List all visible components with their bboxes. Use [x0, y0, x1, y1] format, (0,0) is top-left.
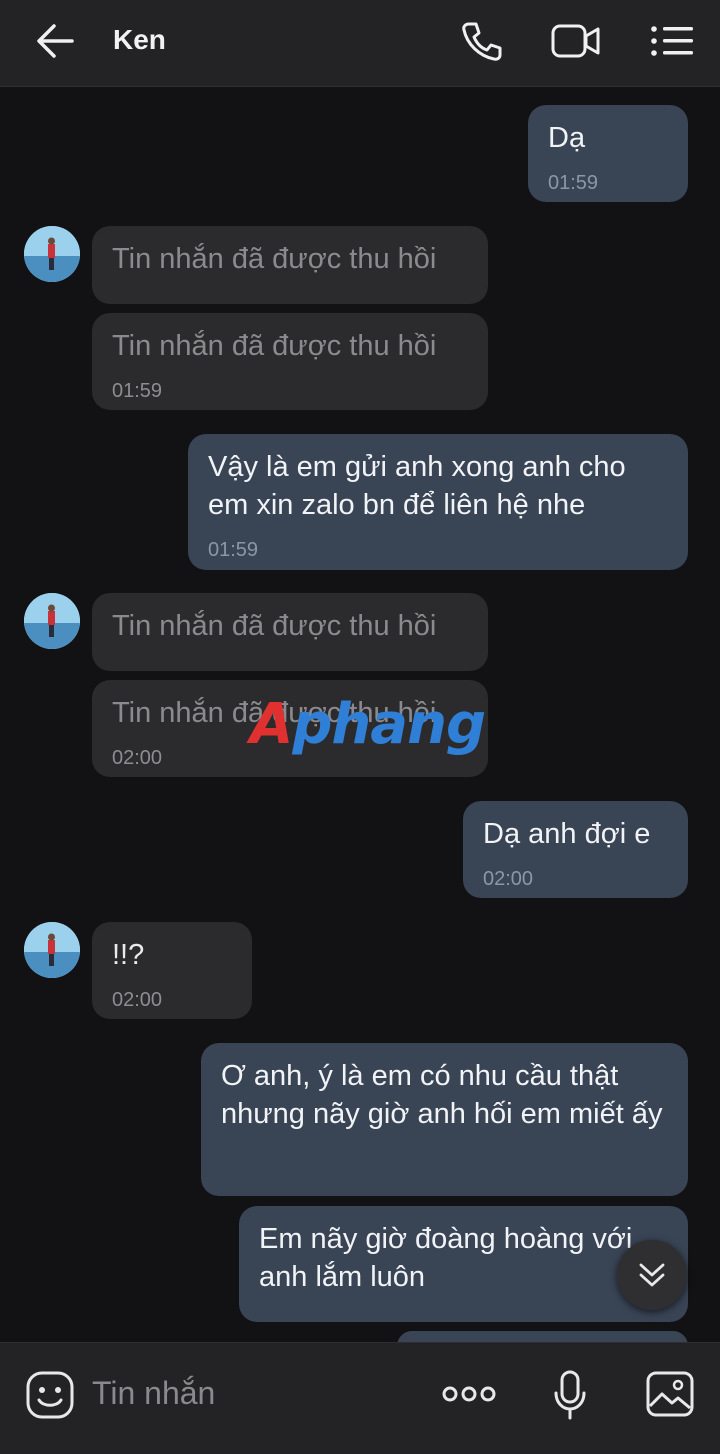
message-text: Dạ anh đợi e: [483, 818, 651, 850]
video-camera-icon: [551, 24, 600, 58]
message-text: Ơ anh, ý là em có nhu cầu thật nhưng nãy…: [221, 1060, 663, 1130]
phone-icon: [462, 22, 502, 61]
more-dots-icon: [442, 1386, 496, 1402]
message-bubble[interactable]: Tin nhắn đã được thu hồi 01:59: [92, 313, 488, 410]
contact-name[interactable]: Ken: [113, 24, 166, 56]
image-button[interactable]: [644, 1369, 696, 1419]
emoji-icon: [26, 1371, 74, 1419]
avatar[interactable]: [24, 226, 80, 282]
arrow-left-icon: [37, 24, 74, 58]
message-bubble[interactable]: Vậy là em gửi anh xong anh cho em xin za…: [188, 434, 688, 570]
message-text: Vậy là em gửi anh xong anh cho em xin za…: [208, 451, 626, 521]
avatar[interactable]: [24, 922, 80, 978]
message-bubble[interactable]: Tin nhắn đã được thu hồi: [92, 593, 488, 671]
composer-bar: Tin nhắn: [0, 1342, 720, 1454]
message-time: 01:59: [112, 380, 163, 402]
more-button[interactable]: [440, 1377, 498, 1411]
emoji-button[interactable]: [24, 1369, 76, 1421]
message-bubble[interactable]: !!? 02:00: [92, 922, 252, 1019]
double-chevron-down-icon: [639, 1263, 665, 1287]
call-button[interactable]: [455, 16, 507, 66]
message-bubble[interactable]: Dạ anh đợi e 02:00: [463, 801, 688, 898]
list-menu-icon: [651, 26, 693, 56]
menu-button[interactable]: [646, 16, 698, 66]
message-time: 02:00: [112, 747, 163, 769]
message-time: 02:00: [112, 989, 163, 1011]
recalled-message-text: Tin nhắn đã được thu hồi: [112, 243, 437, 275]
microphone-icon: [554, 1370, 586, 1420]
voice-button[interactable]: [550, 1367, 590, 1423]
message-bubble[interactable]: Tin nhắn đã được thu hồi 02:00: [92, 680, 488, 777]
message-time: 01:59: [548, 172, 599, 194]
avatar[interactable]: [24, 593, 80, 649]
chat-header: Ken: [0, 0, 720, 87]
message-bubble[interactable]: Ơ anh, ý là em có nhu cầu thật nhưng nãy…: [201, 1043, 688, 1196]
recalled-message-text: Tin nhắn đã được thu hồi: [112, 697, 437, 729]
back-button[interactable]: [32, 20, 78, 62]
scroll-to-bottom-button[interactable]: [617, 1240, 687, 1310]
recalled-message-text: Tin nhắn đã được thu hồi: [112, 330, 437, 362]
video-call-button[interactable]: [550, 16, 602, 66]
recalled-message-text: Tin nhắn đã được thu hồi: [112, 610, 437, 642]
message-bubble[interactable]: Tin nhắn đã được thu hồi: [92, 226, 488, 304]
message-bubble[interactable]: Dạ 01:59: [528, 105, 688, 202]
message-text: !!?: [112, 939, 145, 971]
message-time: 02:00: [483, 868, 534, 890]
message-time: 01:59: [208, 539, 259, 561]
message-input[interactable]: Tin nhắn: [92, 1375, 215, 1412]
message-text: Em nãy giờ đoàng hoàng với anh lắm luôn: [259, 1223, 633, 1293]
message-text: Dạ: [548, 122, 586, 154]
image-icon: [646, 1371, 694, 1417]
